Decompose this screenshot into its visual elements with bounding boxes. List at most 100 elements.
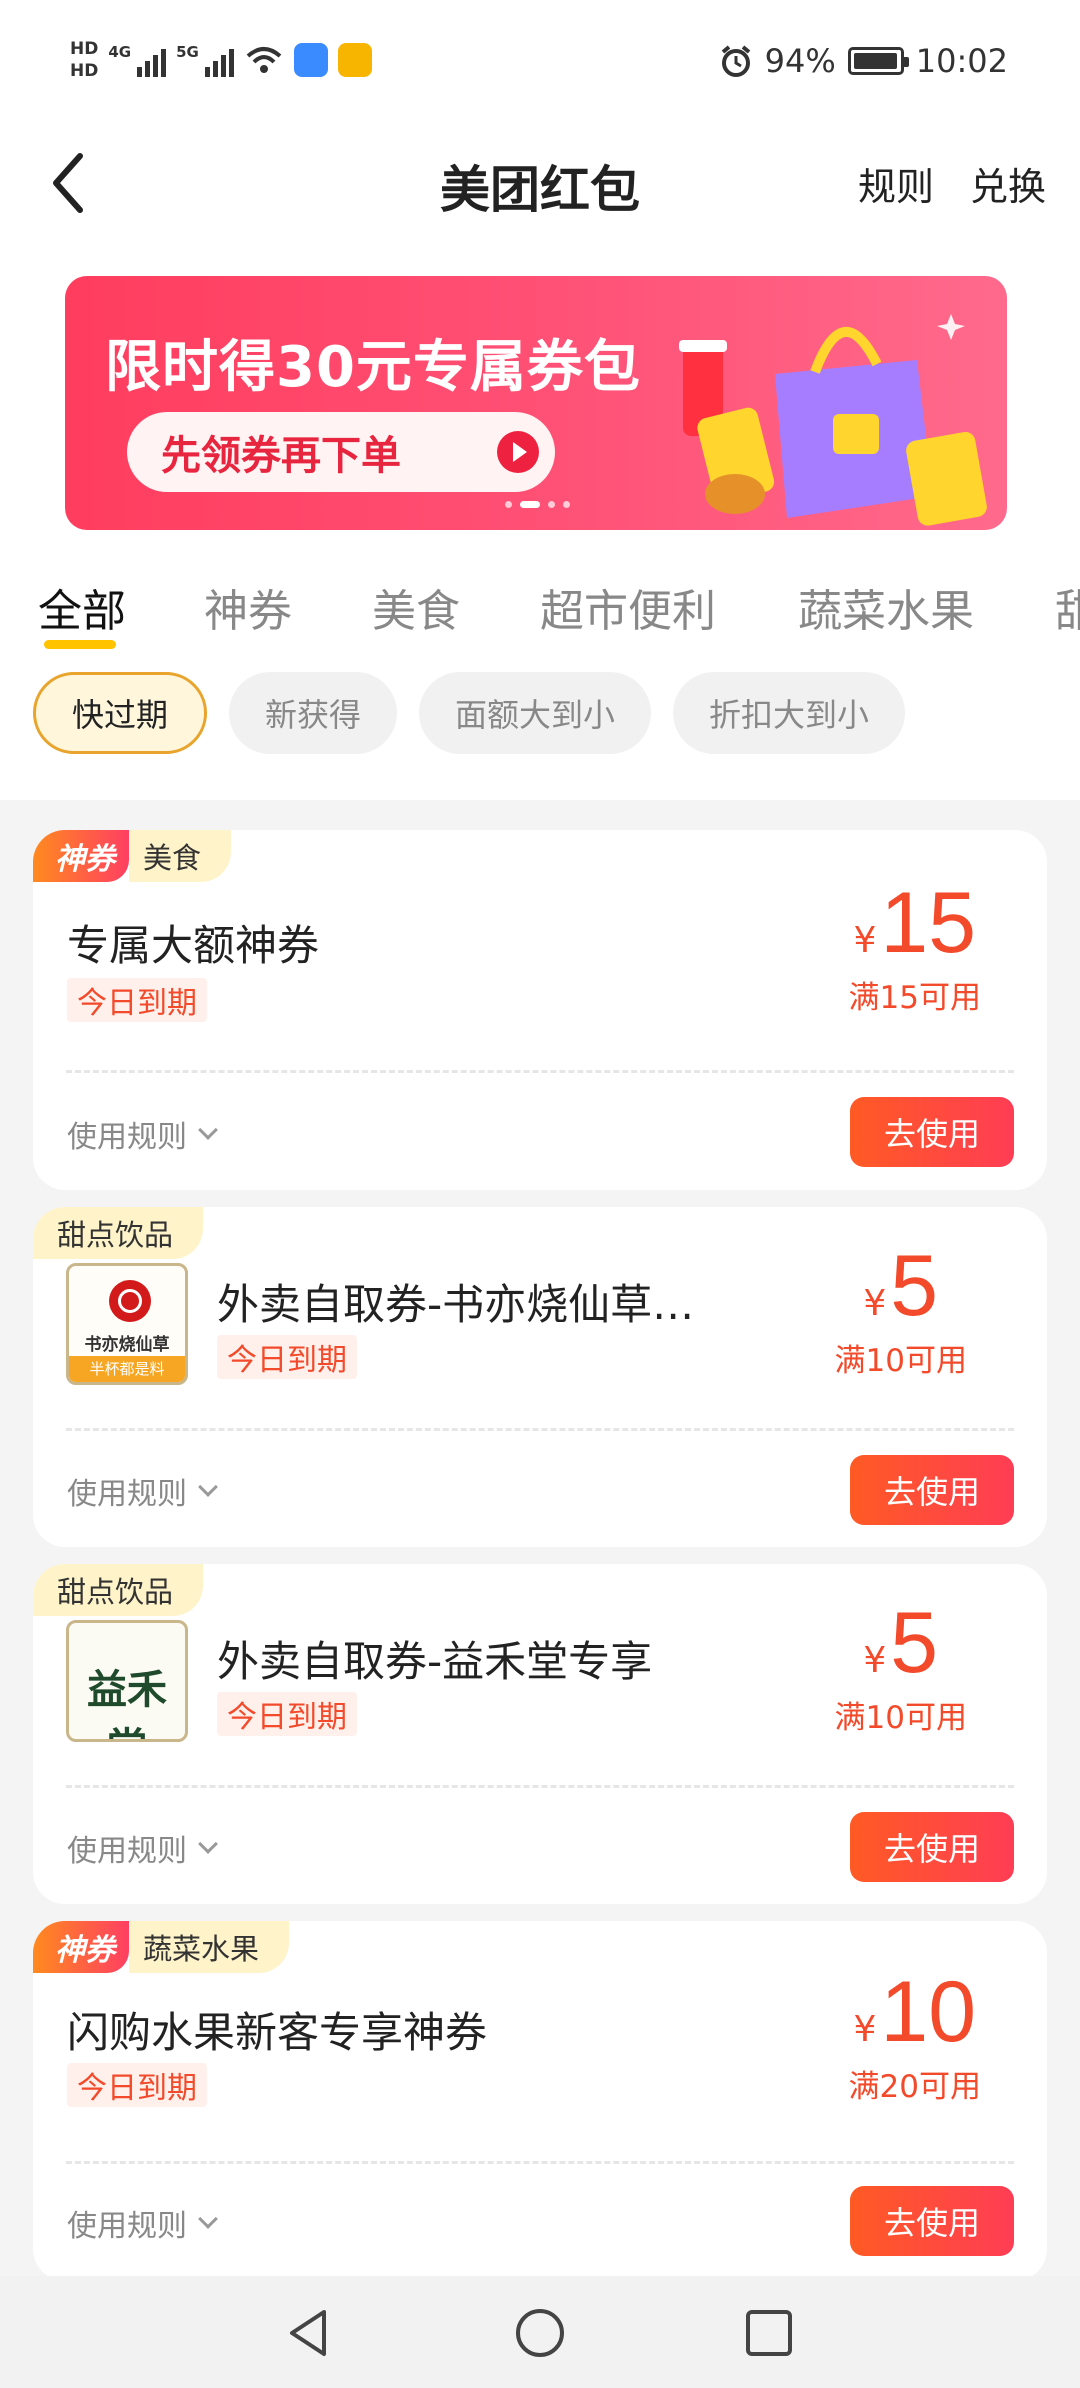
back-triangle-icon[interactable] bbox=[282, 2306, 336, 2360]
play-icon bbox=[497, 431, 539, 473]
usage-rules-toggle[interactable]: 使用规则 bbox=[67, 1112, 218, 1156]
usage-condition: 满10可用 bbox=[834, 1700, 967, 1736]
sort-filters: 快过期 新获得 面额大到小 折扣大到小 bbox=[33, 672, 906, 754]
currency-symbol: ¥ bbox=[863, 1640, 887, 1681]
hd2-label: HD bbox=[70, 61, 99, 81]
coupon-category: 甜点饮品 bbox=[33, 1207, 204, 1259]
currency-symbol: ¥ bbox=[853, 2009, 877, 2050]
promo-banner[interactable]: 限时得30元专属券包 先领券再下单 bbox=[65, 276, 1007, 530]
usage-condition: 满20可用 bbox=[848, 2069, 981, 2105]
coupon-tag: 甜点饮品 bbox=[33, 1207, 204, 1259]
signal-icon: 5G bbox=[176, 43, 234, 77]
usage-rules-label: 使用规则 bbox=[67, 1120, 187, 1155]
use-coupon-button[interactable]: 去使用 bbox=[850, 1455, 1014, 1525]
exchange-link[interactable]: 兑换 bbox=[970, 156, 1046, 211]
coupon-amount: ¥5 满10可用 bbox=[835, 1241, 967, 1380]
god-coupon-tag: 神券 bbox=[33, 830, 129, 882]
expiry-badge: 今日到期 bbox=[67, 2063, 207, 2107]
battery-percent: 94% bbox=[764, 42, 836, 80]
god-coupon-tag: 神券 bbox=[33, 1921, 129, 1973]
coupon-card[interactable]: 甜点饮品 益禾堂 外卖自取券-益禾堂专享 今日到期 ¥5 满10可用 使用规则 … bbox=[33, 1564, 1047, 1904]
amount-value: 5 bbox=[890, 1238, 939, 1334]
chevron-down-icon bbox=[198, 1120, 218, 1140]
tab-supermarket[interactable]: 超市便利 bbox=[540, 575, 716, 639]
tab-all[interactable]: 全部 bbox=[38, 575, 126, 639]
coupon-card[interactable]: 甜点饮品 书亦烧仙草 半杯都是料 外卖自取券-书亦烧仙草… 今日到期 ¥5 满1… bbox=[33, 1207, 1047, 1547]
shop-logo-slogan: 半杯都是料 bbox=[69, 1356, 185, 1382]
usage-rules-toggle[interactable]: 使用规则 bbox=[67, 1469, 218, 1513]
shop-logo: 益禾堂 bbox=[66, 1620, 188, 1742]
rules-link[interactable]: 规则 bbox=[858, 156, 934, 211]
coupon-name: 外卖自取券-益禾堂专享 bbox=[217, 1637, 653, 1686]
expiry-badge: 今日到期 bbox=[67, 978, 207, 1022]
coupon-name: 外卖自取券-书亦烧仙草… bbox=[217, 1280, 695, 1329]
nav-header: 美团红包 规则 兑换 bbox=[0, 130, 1080, 240]
usage-condition: 满15可用 bbox=[848, 980, 981, 1016]
clock: 10:02 bbox=[915, 42, 1008, 80]
carousel-dots bbox=[505, 501, 570, 508]
amount-value: 10 bbox=[880, 1964, 977, 2060]
dashed-divider bbox=[66, 1785, 1014, 1788]
amount-value: 5 bbox=[890, 1595, 939, 1691]
coupon-name: 闪购水果新客专享神券 bbox=[67, 2008, 488, 2057]
filter-expiring[interactable]: 快过期 bbox=[33, 672, 208, 754]
dashed-divider bbox=[66, 2161, 1014, 2164]
banner-cta-button[interactable]: 先领券再下单 bbox=[127, 412, 555, 492]
filter-new[interactable]: 新获得 bbox=[229, 672, 398, 754]
use-coupon-button[interactable]: 去使用 bbox=[850, 1812, 1014, 1882]
coupon-category: 甜点饮品 bbox=[33, 1564, 204, 1616]
shop-logo: 书亦烧仙草 半杯都是料 bbox=[66, 1263, 188, 1385]
tab-food[interactable]: 美食 bbox=[372, 575, 460, 639]
filter-discount-desc[interactable]: 折扣大到小 bbox=[673, 672, 906, 754]
currency-symbol: ¥ bbox=[863, 1283, 887, 1324]
status-bar: HD HD 4G 5G 94% 10:02 bbox=[0, 0, 1080, 130]
filter-amount-desc[interactable]: 面额大到小 bbox=[419, 672, 652, 754]
coupon-tag: 甜点饮品 bbox=[33, 1564, 204, 1616]
wifi-icon bbox=[246, 47, 282, 73]
tab-dessert[interactable]: 甜 bbox=[1055, 575, 1080, 639]
use-coupon-button[interactable]: 去使用 bbox=[850, 1097, 1014, 1167]
chevron-down-icon bbox=[198, 2209, 218, 2229]
coupon-category: 美食 bbox=[129, 830, 232, 882]
usage-rules-label: 使用规则 bbox=[67, 1834, 187, 1869]
banner-title: 限时得30元专属券包 bbox=[105, 335, 641, 400]
tab-vegetables-fruit[interactable]: 蔬菜水果 bbox=[798, 575, 974, 639]
status-right: 94% 10:02 bbox=[719, 42, 1008, 80]
chevron-down-icon bbox=[198, 1477, 218, 1497]
amount-value: 15 bbox=[880, 875, 977, 971]
usage-rules-toggle[interactable]: 使用规则 bbox=[67, 2201, 218, 2245]
coupon-tag: 神券 美食 bbox=[33, 830, 232, 882]
use-coupon-button[interactable]: 去使用 bbox=[850, 2186, 1014, 2256]
net1-label: 4G bbox=[108, 43, 132, 61]
usage-rules-toggle[interactable]: 使用规则 bbox=[67, 1826, 218, 1870]
banner-cta-label: 先领券再下单 bbox=[161, 433, 401, 479]
home-circle-icon[interactable] bbox=[513, 2306, 567, 2360]
coupon-card[interactable]: 神券 蔬菜水果 闪购水果新客专享神券 今日到期 ¥10 满20可用 使用规则 去… bbox=[33, 1921, 1047, 2281]
usage-condition: 满10可用 bbox=[834, 1343, 967, 1379]
coupon-card[interactable]: 神券 美食 专属大额神券 今日到期 ¥15 满15可用 使用规则 去使用 bbox=[33, 830, 1047, 1190]
coupon-amount: ¥10 满20可用 bbox=[849, 1967, 981, 2106]
app-notification-icon bbox=[337, 43, 372, 77]
shopping-bag-illustration bbox=[679, 314, 987, 526]
dashed-divider bbox=[66, 1428, 1014, 1431]
coupon-tag: 神券 蔬菜水果 bbox=[33, 1921, 290, 1973]
usage-rules-label: 使用规则 bbox=[67, 2209, 187, 2244]
net2-label: 5G bbox=[176, 43, 199, 61]
hd-indicator: HD HD bbox=[70, 38, 98, 82]
dashed-divider bbox=[66, 1070, 1014, 1073]
shop-logo-text: 书亦烧仙草 bbox=[84, 1335, 170, 1355]
hd1-label: HD bbox=[70, 39, 99, 59]
status-left: HD HD 4G 5G bbox=[70, 38, 372, 82]
active-tab-indicator bbox=[44, 640, 116, 649]
chevron-down-icon bbox=[198, 1834, 218, 1854]
tab-god-coupon[interactable]: 神券 bbox=[204, 575, 292, 639]
coupon-name: 专属大额神券 bbox=[67, 921, 320, 970]
system-nav-bar bbox=[0, 2276, 1080, 2388]
recent-apps-icon[interactable] bbox=[742, 2306, 796, 2360]
battery-icon bbox=[847, 47, 909, 75]
coupon-amount: ¥15 满15可用 bbox=[849, 878, 981, 1017]
signal-icon: 4G bbox=[108, 43, 167, 77]
shop-logo-emblem bbox=[109, 1280, 151, 1322]
category-tabs: 全部 神券 美食 超市便利 蔬菜水果 甜 bbox=[0, 575, 1080, 655]
alarm-icon bbox=[721, 45, 750, 77]
